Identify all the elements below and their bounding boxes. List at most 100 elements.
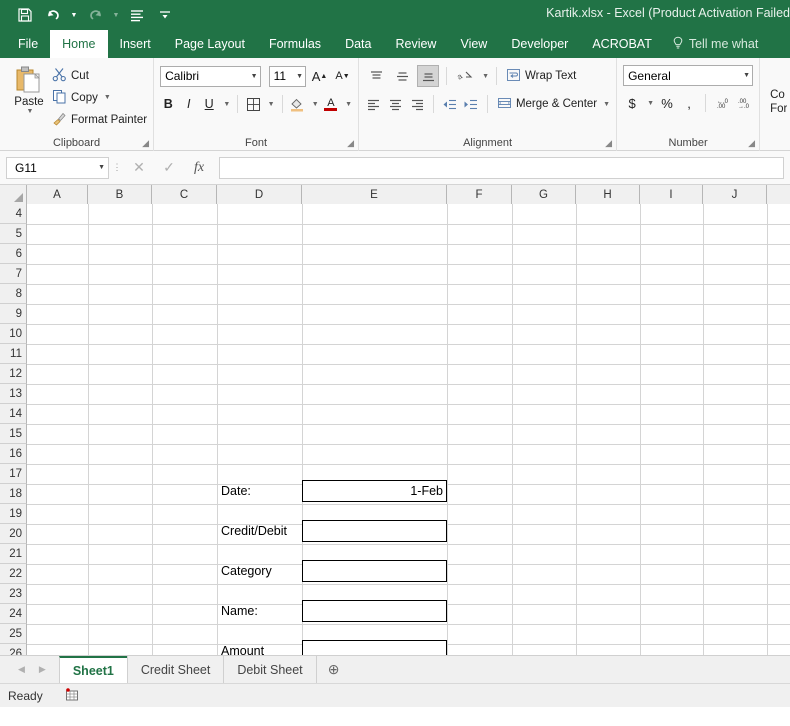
row-header-7[interactable]: 7 (0, 264, 27, 284)
column-header-e[interactable]: E (302, 185, 447, 204)
column-header-g[interactable]: G (512, 185, 576, 204)
add-sheet-icon[interactable]: ⊕ (317, 656, 351, 683)
row-header-14[interactable]: 14 (0, 404, 27, 424)
borders-dropdown-icon[interactable]: ▼ (268, 101, 275, 108)
ribbon-tab-page-layout[interactable]: Page Layout (163, 30, 257, 58)
currency-dropdown-icon[interactable]: ▼ (647, 100, 654, 107)
font-name-input[interactable]: Calibri ▼ (160, 65, 261, 87)
orientation-icon[interactable]: a (454, 65, 476, 87)
increase-decimal-icon[interactable]: ←.0.00 (713, 92, 731, 114)
spreadsheet-grid[interactable]: A B C D E F G H I J 4 5 6 7 8 9 10 11 12 13 14 15 16… (0, 185, 790, 655)
column-header-b[interactable]: B (88, 185, 152, 204)
column-header-i[interactable]: I (640, 185, 703, 204)
align-right-icon[interactable] (408, 93, 426, 115)
underline-button[interactable]: U (201, 93, 217, 115)
ribbon-tab-formulas[interactable]: Formulas (257, 30, 333, 58)
name-box-dropdown-icon[interactable]: ▼ (98, 164, 105, 171)
currency-button[interactable]: $ (623, 92, 641, 114)
fill-color-dropdown-icon[interactable]: ▼ (312, 101, 319, 108)
customize-qat-icon[interactable] (152, 3, 178, 27)
font-size-dropdown-icon[interactable]: ▼ (296, 73, 303, 80)
align-left-icon[interactable] (365, 93, 383, 115)
font-dialog-launcher-icon[interactable]: ◢ (347, 138, 354, 149)
fill-color-icon[interactable] (289, 93, 305, 115)
row-header-20[interactable]: 20 (0, 524, 27, 544)
ribbon-tab-data[interactable]: Data (333, 30, 383, 58)
row-header-17[interactable]: 17 (0, 464, 27, 484)
cut-button[interactable]: Cut (52, 66, 147, 85)
redo-dropdown-icon[interactable]: ▼ (110, 3, 122, 27)
column-header-j[interactable]: J (703, 185, 767, 204)
number-dialog-launcher-icon[interactable]: ◢ (748, 138, 755, 149)
row-header-5[interactable]: 5 (0, 224, 27, 244)
align-top-icon[interactable] (365, 65, 387, 87)
conditional-formatting-button[interactable]: Co For (766, 62, 787, 116)
row-header-15[interactable]: 15 (0, 424, 27, 444)
orientation-dropdown-icon[interactable]: ▼ (482, 73, 489, 80)
sheet-tab-debit-sheet[interactable]: Debit Sheet (223, 656, 317, 683)
tell-me-box[interactable]: Tell me what (664, 30, 766, 58)
copy-dropdown-icon[interactable]: ▼ (104, 94, 111, 101)
column-header-c[interactable]: C (152, 185, 217, 204)
row-header-11[interactable]: 11 (0, 344, 27, 364)
name-field[interactable] (302, 600, 447, 622)
copy-button[interactable]: Copy ▼ (52, 88, 147, 107)
row-header-21[interactable]: 21 (0, 544, 27, 564)
column-header-f[interactable]: F (447, 185, 512, 204)
borders-icon[interactable] (245, 93, 261, 115)
font-color-dropdown-icon[interactable]: ▼ (345, 101, 352, 108)
font-color-icon[interactable]: A (323, 93, 339, 115)
ribbon-tab-view[interactable]: View (448, 30, 499, 58)
row-header-22[interactable]: 22 (0, 564, 27, 584)
number-format-select[interactable]: General ▼ (623, 65, 754, 86)
align-bottom-icon[interactable] (417, 65, 440, 87)
column-header-d[interactable]: D (217, 185, 302, 204)
comma-style-button[interactable]: , (680, 92, 698, 114)
next-sheet-icon[interactable]: ▶ (39, 664, 46, 675)
row-header-24[interactable]: 24 (0, 604, 27, 624)
merge-center-button[interactable]: Merge & Center ▼ (495, 94, 610, 115)
paste-dropdown-icon[interactable]: ▼ (27, 108, 34, 115)
grow-font-icon[interactable]: A ▲ (310, 65, 329, 87)
number-format-dropdown-icon[interactable]: ▼ (743, 72, 750, 79)
menu-lines-icon[interactable] (124, 3, 150, 27)
alignment-dialog-launcher-icon[interactable]: ◢ (605, 138, 612, 149)
cancel-edit-icon[interactable]: ✕ (125, 157, 153, 179)
row-header-26[interactable]: 26 (0, 644, 27, 655)
ribbon-tab-home[interactable]: Home (50, 30, 108, 58)
undo-dropdown-icon[interactable]: ▼ (68, 3, 80, 27)
ribbon-tab-insert[interactable]: Insert (108, 30, 163, 58)
record-macro-icon[interactable] (65, 687, 79, 704)
decrease-indent-icon[interactable] (441, 93, 459, 115)
shrink-font-icon[interactable]: A ▼ (333, 65, 352, 87)
date-field[interactable]: 1-Feb (302, 480, 447, 502)
ribbon-tab-review[interactable]: Review (383, 30, 448, 58)
column-header-a[interactable]: A (27, 185, 88, 204)
font-name-dropdown-icon[interactable]: ▼ (251, 73, 258, 80)
row-header-25[interactable]: 25 (0, 624, 27, 644)
row-header-12[interactable]: 12 (0, 364, 27, 384)
amount-field[interactable] (302, 640, 447, 655)
sheet-tab-sheet1[interactable]: Sheet1 (58, 656, 128, 683)
name-box[interactable]: G11 ▼ (6, 156, 109, 179)
align-middle-icon[interactable] (391, 65, 413, 87)
row-header-4[interactable]: 4 (0, 204, 27, 224)
align-center-icon[interactable] (387, 93, 405, 115)
decrease-decimal-icon[interactable]: .00 →.0 (735, 92, 753, 114)
redo-icon[interactable] (82, 3, 108, 27)
insert-function-icon[interactable]: fx (185, 157, 213, 179)
undo-icon[interactable] (40, 3, 66, 27)
column-header-k[interactable] (767, 185, 790, 204)
row-header-23[interactable]: 23 (0, 584, 27, 604)
row-header-13[interactable]: 13 (0, 384, 27, 404)
formula-input[interactable] (219, 156, 784, 179)
row-header-8[interactable]: 8 (0, 284, 27, 304)
column-header-h[interactable]: H (576, 185, 640, 204)
credit-debit-field[interactable] (302, 520, 447, 542)
increase-indent-icon[interactable] (462, 93, 480, 115)
paste-button[interactable]: Paste ▼ (6, 62, 52, 128)
row-header-10[interactable]: 10 (0, 324, 27, 344)
row-header-19[interactable]: 19 (0, 504, 27, 524)
confirm-edit-icon[interactable]: ✓ (155, 157, 183, 179)
formula-bar-grip[interactable]: ⋮ (109, 162, 125, 173)
